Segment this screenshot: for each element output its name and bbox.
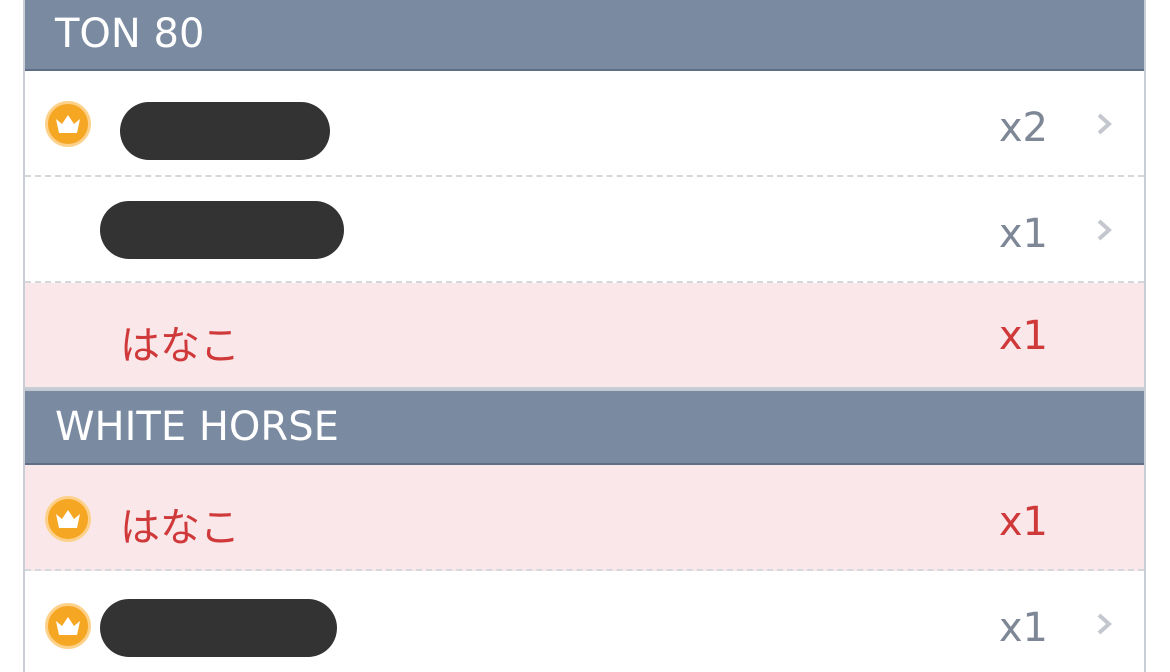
crown-icon <box>45 603 91 649</box>
player-name: はなこ <box>120 505 240 551</box>
redacted-name <box>100 201 344 259</box>
ranking-row[interactable]: x1 <box>25 177 1144 283</box>
ranking-row[interactable]: x1 <box>25 571 1144 672</box>
crown-icon <box>45 101 91 147</box>
chevron-right-icon <box>1097 113 1112 135</box>
section-header-ton-80: TON 80 <box>25 0 1144 71</box>
ranking-row-self: はなこ x1 <box>25 283 1144 389</box>
chevron-right-icon <box>1097 613 1112 635</box>
count-label: x1 <box>998 499 1048 545</box>
count-label: x1 <box>998 211 1048 257</box>
count-label: x1 <box>998 313 1048 359</box>
redacted-name <box>120 102 330 160</box>
ranking-row-self: はなこ x1 <box>25 465 1144 571</box>
redacted-name <box>100 599 337 657</box>
ranking-row[interactable]: x2 <box>25 71 1144 177</box>
player-name: はなこ <box>120 323 240 369</box>
section-title: TON 80 <box>55 11 205 57</box>
chevron-right-icon <box>1097 219 1112 241</box>
count-label: x1 <box>998 605 1048 651</box>
count-label: x2 <box>998 105 1048 151</box>
section-title: WHITE HORSE <box>55 404 339 450</box>
section-header-white-horse: WHITE HORSE <box>25 389 1144 465</box>
ranking-panel: TON 80 x2 x1 はなこ x1 WHITE HORSE はなこ x1 x… <box>23 0 1146 672</box>
crown-icon <box>45 496 91 542</box>
